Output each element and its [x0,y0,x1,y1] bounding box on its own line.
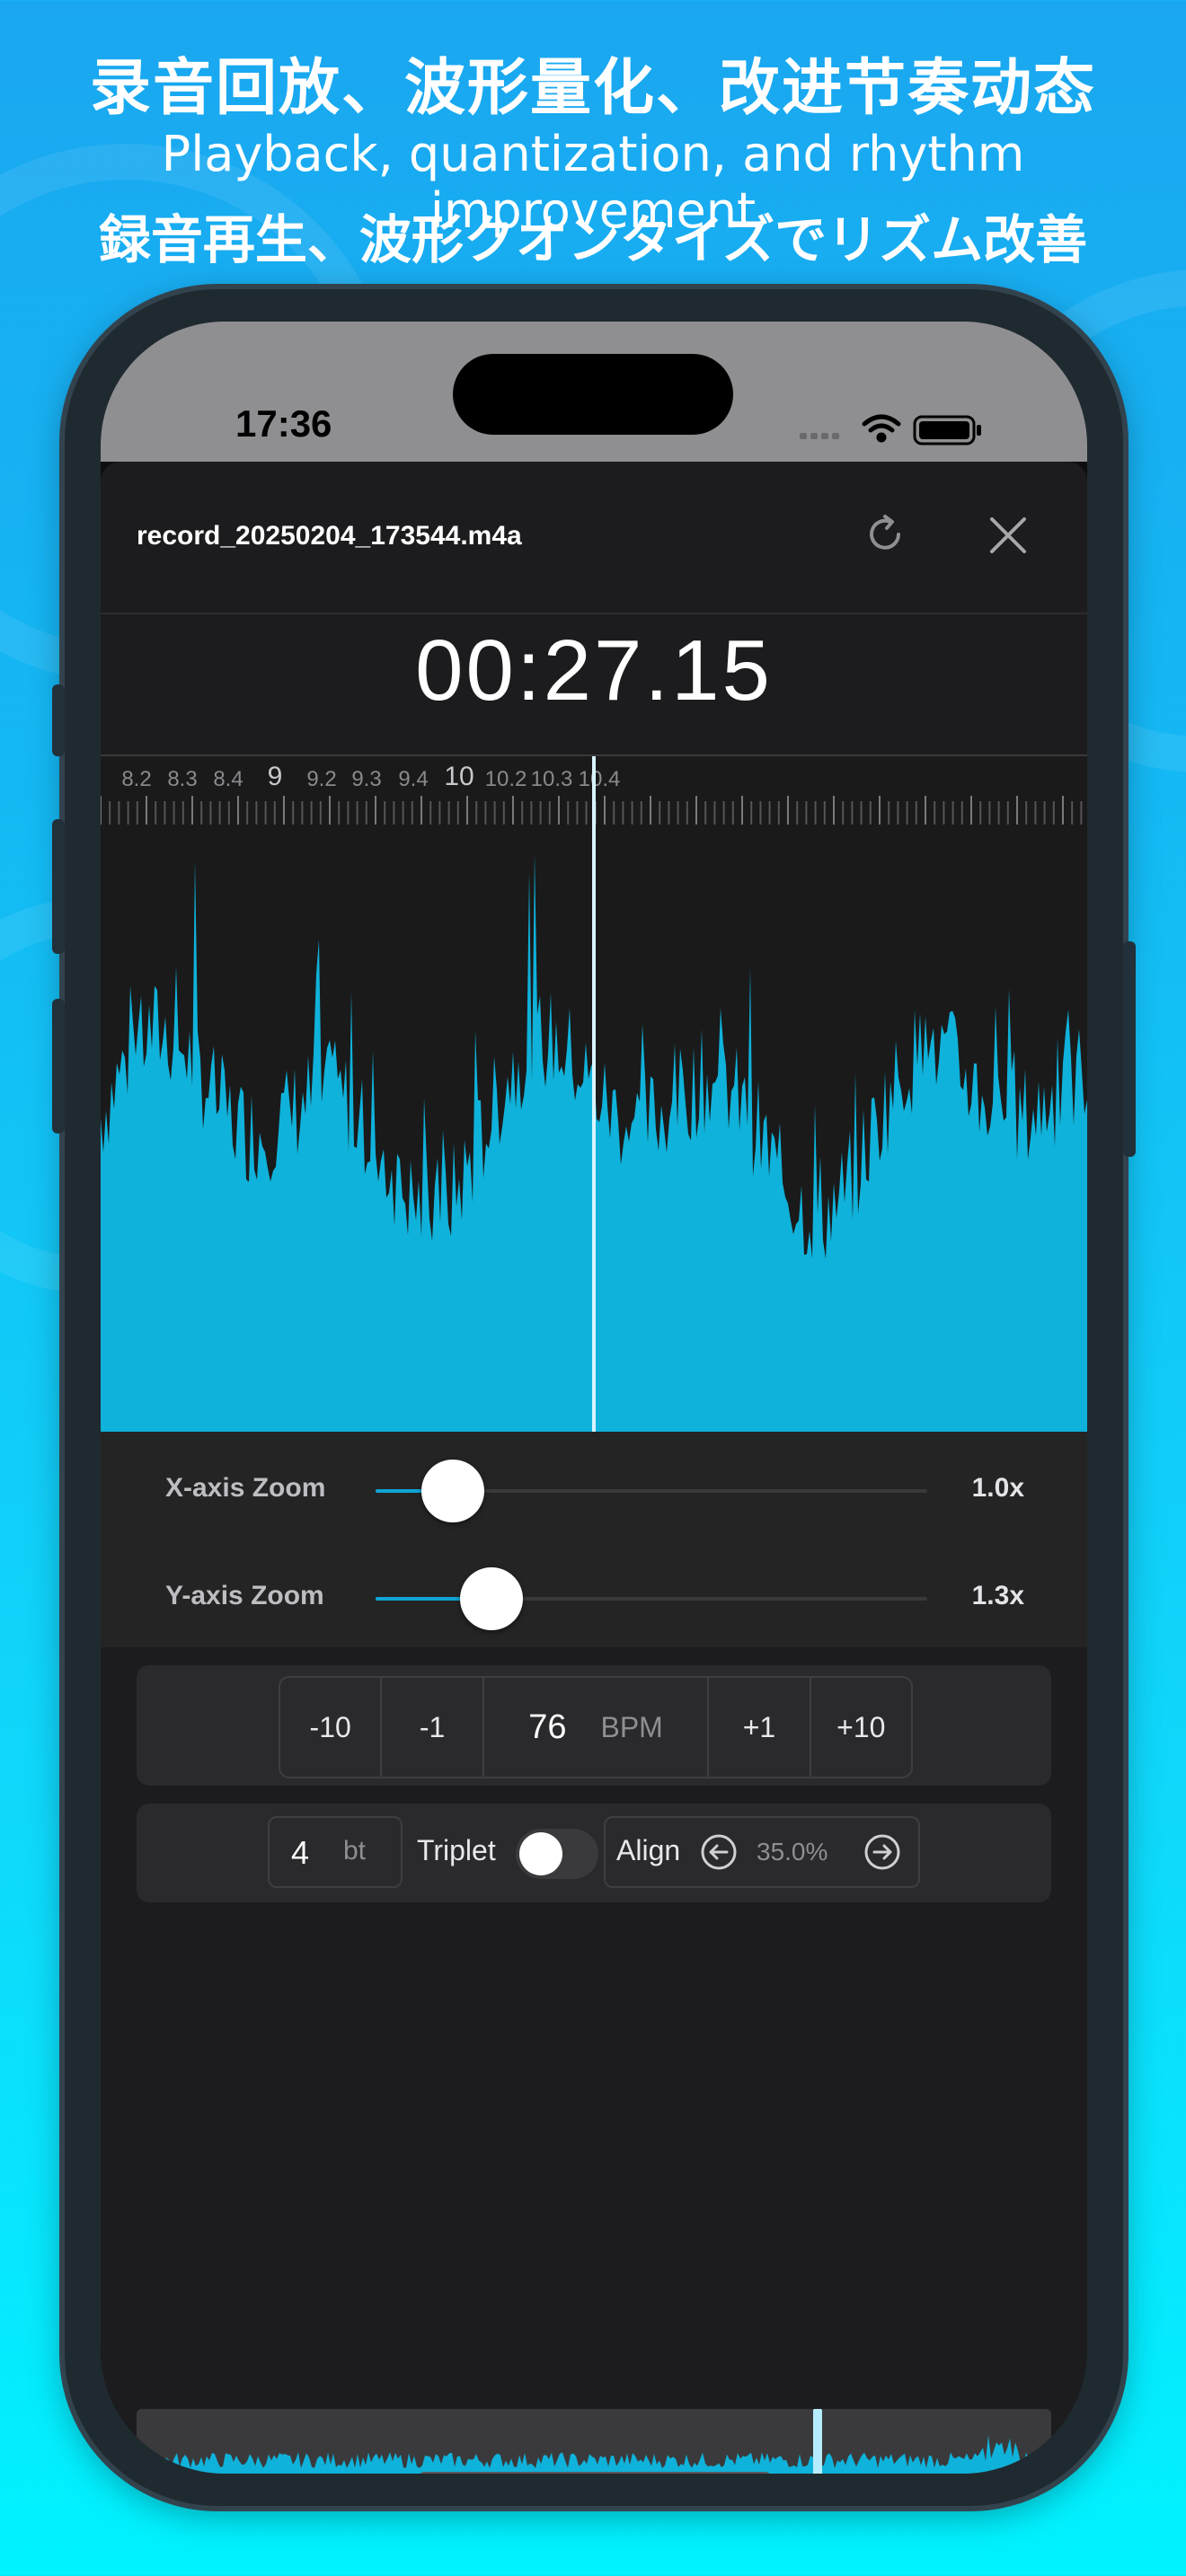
arrow-left-circle-icon[interactable] [699,1832,739,1872]
playhead[interactable] [592,756,596,1432]
header-divider [101,613,1087,614]
volume-up-button [52,819,65,954]
x-zoom-label: X-axis Zoom [165,1473,326,1503]
playback-timer: 00:27.15 [415,622,773,719]
arrow-right-circle-icon[interactable] [863,1832,902,1872]
align-control: Align 35.0% [604,1816,920,1888]
bpm-unit: BPM [600,1710,663,1743]
bpm-minus-1-button[interactable]: -1 [382,1678,484,1777]
dynamic-island [453,354,733,435]
bpm-plus-1-button[interactable]: +1 [709,1678,811,1777]
y-zoom-label: Y-axis Zoom [165,1581,324,1610]
x-zoom-value: 1.0x [971,1473,1024,1503]
beats-field[interactable]: 4 bt [268,1816,403,1888]
x-zoom-slider[interactable] [376,1460,927,1522]
overview-cursor[interactable] [813,2409,823,2474]
triplet-toggle[interactable] [516,1829,598,1879]
overview-waveform [137,2434,1051,2474]
waveform-area[interactable]: 8.2 8.3 8.4 9 9.2 9.3 9.4 10 10.2 10.3 10.4 [101,756,1087,1432]
beat-panel: 4 bt Triplet Align 35.0% [137,1804,1051,1902]
beats-unit: bt [343,1836,367,1866]
triplet-label: Triplet [417,1834,496,1866]
home-indicator [419,2472,771,2474]
headline-japanese: 録音再生、波形クオンタイズでリズム改善 [98,209,1088,270]
zoom-panel: X-axis Zoom 1.0x Y-axis Zoom 1.3x [101,1432,1087,1647]
x-zoom-knob[interactable] [420,1460,484,1522]
y-zoom-value: 1.3x [971,1581,1024,1610]
status-time: 17:36 [235,402,332,445]
status-bar: 17:36 [101,322,1087,462]
player-sheet: record_20250204_173544.m4a 00:27.15 8.2 8… [101,462,1087,2474]
y-zoom-knob[interactable] [459,1567,523,1630]
phone-frame: 17:36 record_20250204_173544.m4a 00:27.1… [52,289,1136,2506]
battery-icon [913,415,981,446]
power-button [1123,941,1136,1157]
overview-waveform-fill [137,2434,1051,2474]
align-value: 35.0% [757,1838,828,1866]
bpm-field[interactable]: 76 BPM [484,1678,710,1777]
screen: 17:36 record_20250204_173544.m4a 00:27.1… [101,322,1087,2474]
bpm-value: 76 [528,1707,567,1746]
close-icon[interactable] [988,516,1028,555]
beats-value: 4 [291,1834,310,1871]
wifi-icon [862,414,901,443]
bpm-minus-10-button[interactable]: -10 [280,1678,383,1777]
cellular-dots-icon [800,433,839,439]
file-name: record_20250204_173544.m4a [137,521,522,551]
bpm-panel: -10 -1 76 BPM +1 +10 [137,1665,1051,1786]
refresh-icon[interactable] [863,512,907,557]
bpm-plus-10-button[interactable]: +10 [811,1678,911,1777]
waveform-overview[interactable] [137,2409,1051,2474]
y-zoom-slider[interactable] [376,1567,927,1630]
headline-chinese: 录音回放、波形量化、改进节奏动态 [89,53,1096,124]
action-button [52,684,65,756]
align-label: Align [616,1834,681,1866]
bpm-stepper: -10 -1 76 BPM +1 +10 [279,1676,913,1778]
triplet-toggle-knob [519,1832,562,1875]
volume-down-button [52,999,65,1134]
